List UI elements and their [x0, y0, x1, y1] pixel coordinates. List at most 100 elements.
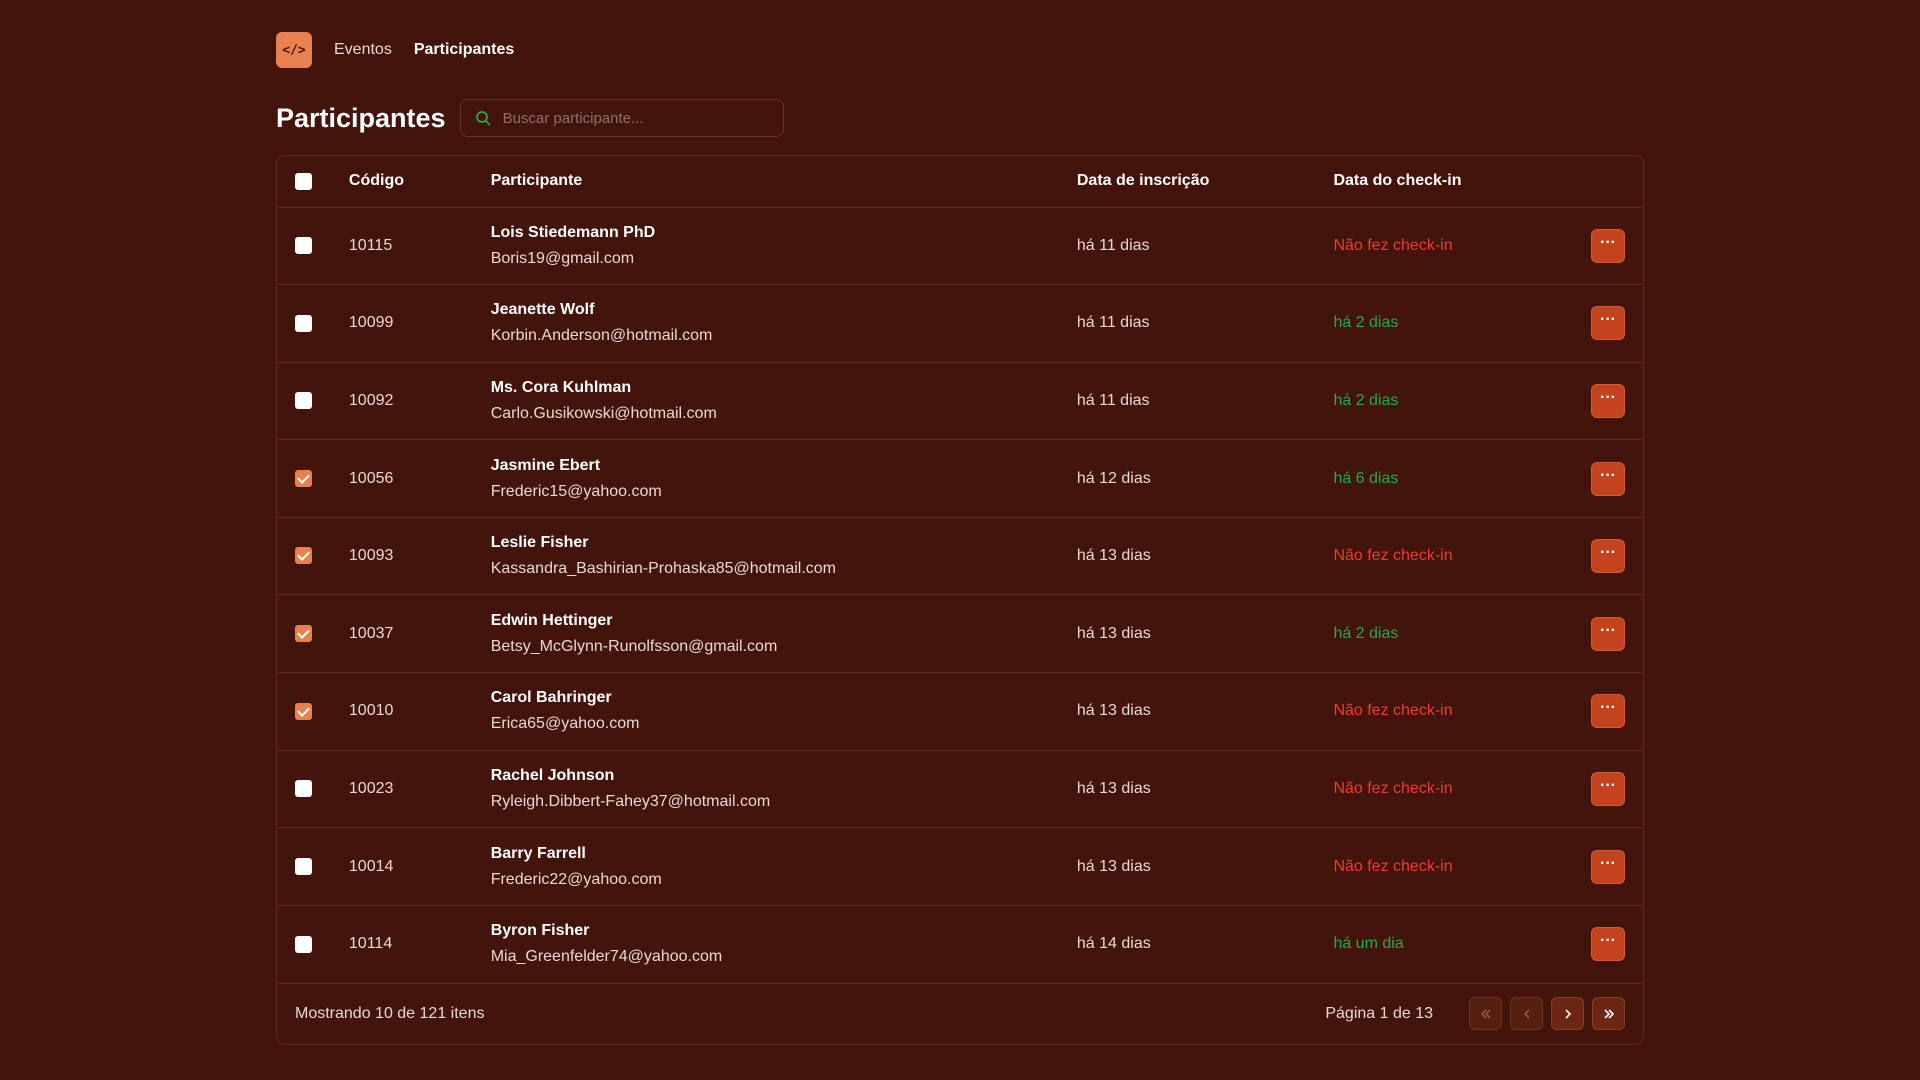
row-actions-button[interactable]: ··· — [1591, 771, 1625, 806]
participant-name: Leslie Fisher — [490, 534, 589, 552]
row-checkbox[interactable] — [295, 780, 312, 798]
header-subscribed: Data de inscrição — [1076, 172, 1210, 190]
row-checkbox[interactable] — [295, 237, 312, 255]
page-info: Página 1 de 13 — [1325, 1004, 1433, 1022]
more-horizontal-icon: ··· — [1600, 466, 1616, 484]
nav-link-participantes[interactable]: Participantes — [414, 41, 514, 59]
checkin-status: há 6 dias — [1333, 469, 1399, 487]
participant-email: Carlo.Gusikowski@hotmail.com — [490, 404, 717, 422]
table-row: 10010 Carol Bahringer Erica65@yahoo.com … — [277, 672, 1643, 751]
subscribed-date: há 14 dias — [1076, 935, 1151, 953]
participant-code: 10115 — [348, 236, 393, 254]
header-actions — [1583, 156, 1643, 207]
subscribed-date: há 13 dias — [1076, 547, 1151, 565]
chevron-left-icon — [1523, 1009, 1530, 1019]
chevrons-right-icon — [1603, 1009, 1614, 1019]
participant-email: Betsy_McGlynn-Runolfsson@gmail.com — [490, 637, 778, 655]
participant-code: 10056 — [348, 469, 394, 487]
participant-name: Byron Fisher — [490, 922, 590, 940]
subscribed-date: há 13 dias — [1076, 779, 1151, 797]
chevron-right-icon — [1564, 1009, 1571, 1019]
nav-link-eventos[interactable]: Eventos — [334, 41, 392, 59]
top-nav: </> Eventos Participantes — [276, 32, 1644, 68]
participant-name: Rachel Johnson — [490, 766, 615, 784]
prev-page-button[interactable] — [1510, 997, 1543, 1031]
row-checkbox[interactable] — [295, 857, 312, 875]
row-checkbox[interactable] — [295, 469, 312, 487]
row-actions-button[interactable]: ··· — [1591, 228, 1625, 263]
row-checkbox[interactable] — [295, 625, 312, 643]
more-horizontal-icon: ··· — [1600, 311, 1616, 329]
checkin-status: há 2 dias — [1333, 314, 1399, 332]
row-actions-button[interactable]: ··· — [1591, 849, 1625, 884]
search-input[interactable] — [502, 109, 773, 127]
subscribed-date: há 13 dias — [1076, 702, 1151, 720]
first-page-button[interactable] — [1469, 997, 1502, 1031]
participant-email: Kassandra_Bashirian-Prohaska85@hotmail.c… — [490, 560, 837, 578]
participant-code: 10037 — [348, 624, 394, 642]
table-row: 10099 Jeanette Wolf Korbin.Anderson@hotm… — [277, 284, 1643, 363]
table-header-row: Código Participante Data de inscrição Da… — [277, 156, 1643, 207]
more-horizontal-icon: ··· — [1600, 388, 1616, 406]
more-horizontal-icon: ··· — [1600, 233, 1616, 251]
title-row: Participantes — [276, 99, 1644, 137]
checkin-status: Não fez check-in — [1333, 779, 1453, 797]
more-horizontal-icon: ··· — [1600, 932, 1616, 950]
participant-cell: Jasmine Ebert Frederic15@yahoo.com — [491, 440, 1077, 518]
checkin-status: Não fez check-in — [1333, 547, 1453, 565]
more-horizontal-icon: ··· — [1600, 544, 1616, 562]
participant-name: Jasmine Ebert — [490, 456, 601, 474]
participant-cell: Carol Bahringer Erica65@yahoo.com — [491, 673, 1077, 751]
row-actions-button[interactable]: ··· — [1591, 927, 1625, 962]
participant-cell: Byron Fisher Mia_Greenfelder74@yahoo.com — [491, 905, 1077, 983]
pagination: Página 1 de 13 — [1325, 997, 1625, 1031]
row-checkbox[interactable] — [295, 547, 312, 565]
table-row: 10114 Byron Fisher Mia_Greenfelder74@yah… — [277, 905, 1643, 983]
participant-code: 10114 — [348, 935, 393, 953]
items-count: Mostrando 10 de 121 itens — [295, 1004, 485, 1022]
subscribed-date: há 12 dias — [1076, 469, 1151, 487]
row-checkbox[interactable] — [295, 702, 312, 720]
row-actions-button[interactable]: ··· — [1591, 539, 1625, 574]
participant-cell: Barry Farrell Frederic22@yahoo.com — [491, 828, 1077, 906]
participant-code: 10023 — [348, 779, 394, 797]
select-all-checkbox[interactable] — [295, 172, 312, 190]
participant-code: 10099 — [348, 314, 394, 332]
row-checkbox[interactable] — [295, 314, 312, 332]
checkin-status: há 2 dias — [1333, 391, 1399, 409]
table-row: 10023 Rachel Johnson Ryleigh.Dibbert-Fah… — [277, 750, 1643, 828]
row-actions-button[interactable]: ··· — [1591, 461, 1625, 496]
logo[interactable]: </> — [276, 32, 312, 68]
participant-email: Boris19@gmail.com — [490, 249, 635, 267]
row-actions-button[interactable]: ··· — [1591, 306, 1625, 341]
more-horizontal-icon: ··· — [1600, 699, 1616, 717]
row-checkbox[interactable] — [295, 935, 312, 953]
checkin-status: Não fez check-in — [1333, 857, 1453, 875]
next-page-button[interactable] — [1551, 997, 1584, 1031]
participant-cell: Rachel Johnson Ryleigh.Dibbert-Fahey37@h… — [491, 750, 1077, 828]
participants-table: Código Participante Data de inscrição Da… — [276, 155, 1644, 1045]
checkin-status: Não fez check-in — [1333, 702, 1453, 720]
participant-code: 10014 — [348, 857, 394, 875]
participant-email: Korbin.Anderson@hotmail.com — [490, 327, 713, 345]
more-horizontal-icon: ··· — [1600, 621, 1616, 639]
participant-code: 10092 — [348, 391, 394, 409]
participant-email: Frederic22@yahoo.com — [490, 870, 662, 888]
page-title: Participantes — [276, 102, 446, 133]
row-actions-button[interactable]: ··· — [1591, 383, 1625, 418]
last-page-button[interactable] — [1592, 997, 1625, 1031]
row-actions-button[interactable]: ··· — [1591, 694, 1625, 729]
row-checkbox[interactable] — [295, 392, 312, 410]
subscribed-date: há 13 dias — [1076, 624, 1151, 642]
search-box[interactable] — [459, 99, 784, 137]
participant-name: Carol Bahringer — [490, 689, 612, 707]
participant-cell: Leslie Fisher Kassandra_Bashirian-Prohas… — [491, 517, 1077, 595]
row-actions-button[interactable]: ··· — [1591, 616, 1625, 651]
checkin-status: Não fez check-in — [1333, 236, 1453, 254]
participant-cell: Lois Stiedemann PhD Boris19@gmail.com — [491, 207, 1077, 285]
table-row: 10056 Jasmine Ebert Frederic15@yahoo.com… — [277, 439, 1643, 518]
participant-cell: Edwin Hettinger Betsy_McGlynn-Runolfsson… — [491, 595, 1077, 673]
more-horizontal-icon: ··· — [1600, 776, 1616, 794]
participant-name: Edwin Hettinger — [490, 611, 613, 629]
participant-email: Mia_Greenfelder74@yahoo.com — [490, 948, 723, 966]
